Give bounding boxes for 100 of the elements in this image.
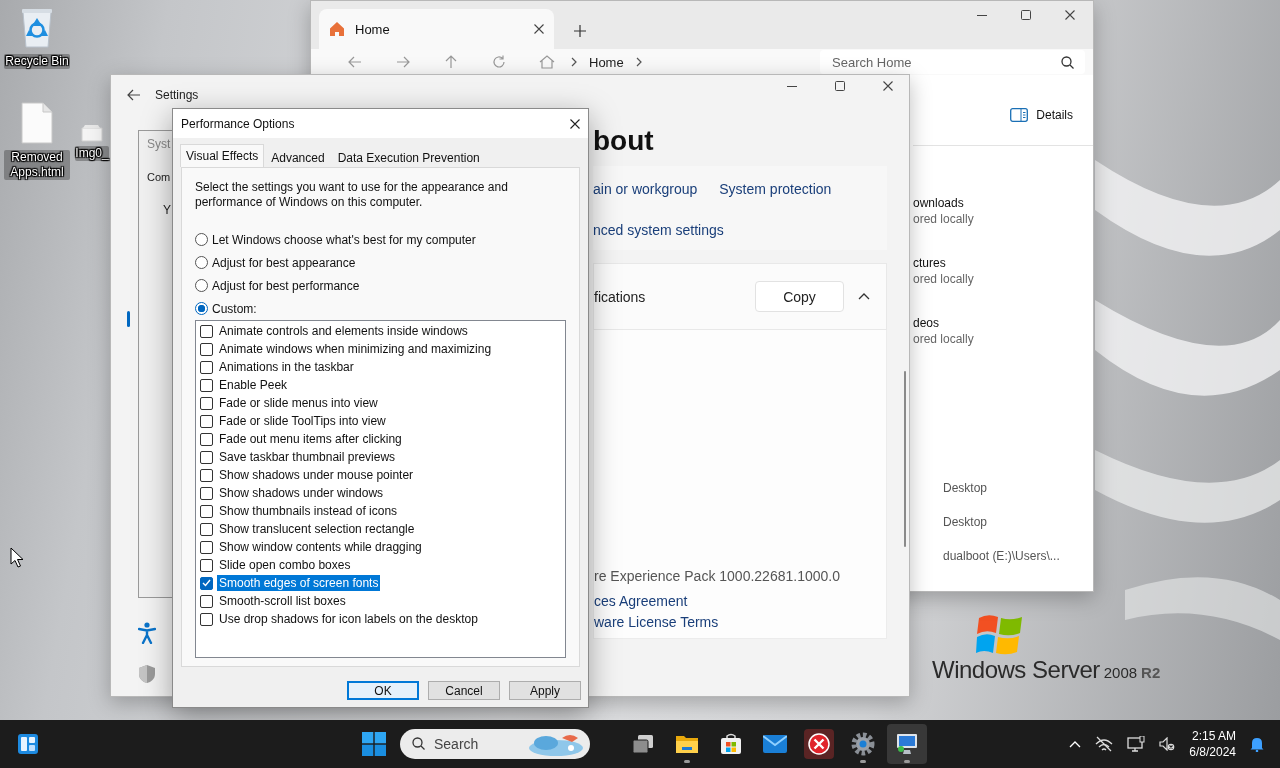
checkbox-label[interactable]: Slide open combo boxes — [217, 557, 353, 573]
shield-icon[interactable] — [138, 664, 156, 684]
breadcrumb-item[interactable]: Home — [589, 54, 624, 70]
close-icon[interactable] — [534, 24, 544, 34]
refresh-icon[interactable] — [492, 55, 506, 69]
checkbox[interactable] — [200, 576, 213, 590]
agreement-link[interactable]: ces Agreement — [594, 592, 688, 611]
checkbox-label[interactable]: Show window contents while dragging — [217, 539, 424, 555]
search-field[interactable]: Search Home — [820, 50, 1085, 74]
checkbox[interactable] — [200, 540, 213, 554]
desktop-icon-label[interactable]: Recycle Bin — [4, 54, 70, 69]
tab[interactable]: Com — [147, 171, 171, 183]
settings-link[interactable]: System protection — [719, 179, 832, 199]
tab[interactable]: Visual Effects — [180, 144, 265, 167]
checkbox[interactable] — [200, 360, 213, 374]
forward-arrow-icon[interactable] — [396, 56, 410, 68]
folder-name[interactable]: ctures — [913, 255, 946, 271]
checkbox-label[interactable]: Fade or slide ToolTips into view — [217, 413, 388, 429]
close-icon[interactable] — [1065, 10, 1075, 20]
bell-icon[interactable] — [1250, 736, 1264, 752]
settings-link[interactable]: ain or workgroup — [593, 179, 698, 199]
close-icon[interactable] — [570, 118, 580, 129]
checkbox-label[interactable]: Animate windows when minimizing and maximizing — [217, 341, 494, 357]
taskbar-button[interactable] — [887, 724, 927, 764]
radio-label[interactable]: Custom: — [212, 301, 257, 316]
radio-button[interactable] — [195, 256, 208, 269]
checkbox[interactable] — [200, 378, 213, 392]
desktop-icon-label[interactable]: Removed Apps.html — [4, 150, 70, 180]
radio-button[interactable] — [195, 233, 208, 246]
scrollbar[interactable] — [904, 371, 906, 547]
checkbox[interactable] — [200, 522, 213, 536]
dialog-button[interactable]: Cancel — [428, 681, 500, 700]
checkbox[interactable] — [200, 324, 213, 338]
checkbox-label[interactable]: Show thumbnails instead of icons — [217, 503, 400, 519]
radio-label[interactable]: Adjust for best performance — [212, 278, 360, 293]
start-icon[interactable] — [362, 732, 386, 756]
settings-link[interactable]: nced system settings — [593, 220, 724, 240]
checkbox-label[interactable]: Animations in the taskbar — [217, 359, 356, 375]
checkbox-label[interactable]: Fade or slide menus into view — [217, 395, 380, 411]
copy-button[interactable]: Copy — [755, 281, 844, 312]
back-arrow-icon[interactable] — [127, 89, 141, 101]
minimize-icon[interactable] — [977, 14, 987, 16]
shopping-bag-icon[interactable] — [720, 733, 742, 755]
checkbox-label[interactable]: Fade out menu items after clicking — [217, 431, 404, 447]
radio-label[interactable]: Adjust for best appearance — [212, 255, 356, 270]
checkbox[interactable] — [200, 486, 213, 500]
radio-label[interactable]: Let Windows choose what's best for my computer — [212, 232, 476, 247]
maximize-icon[interactable] — [835, 81, 845, 91]
tab[interactable]: Advanced — [265, 147, 331, 167]
checkbox-label[interactable]: Use drop shadows for icon labels on the desktop — [217, 611, 480, 627]
tab[interactable]: Data Execution Prevention — [331, 147, 486, 167]
checkbox[interactable] — [200, 450, 213, 464]
folder-name[interactable]: deos — [913, 315, 940, 331]
network-icon[interactable] — [1095, 736, 1114, 752]
chevron-up-icon[interactable] — [1069, 740, 1082, 748]
overlapping-windows-icon[interactable] — [632, 734, 654, 754]
details-button[interactable]: Details — [1008, 106, 1075, 124]
clock-time[interactable]: 2:15 AM — [1191, 728, 1236, 744]
checkbox[interactable] — [200, 558, 213, 572]
checkbox[interactable] — [200, 414, 213, 428]
browser-tab[interactable]: Home — [319, 9, 554, 49]
checkbox-label[interactable]: Show shadows under mouse pointer — [217, 467, 416, 483]
minimize-icon[interactable] — [787, 85, 797, 87]
checkbox[interactable] — [200, 504, 213, 518]
accessibility-icon[interactable] — [138, 622, 156, 644]
checkbox-label[interactable]: Show translucent selection rectangle — [217, 521, 417, 537]
checkbox[interactable] — [200, 342, 213, 356]
checkbox-label[interactable]: Show shadows under windows — [217, 485, 386, 501]
folder-icon[interactable] — [675, 734, 699, 754]
maximize-icon[interactable] — [1021, 10, 1031, 20]
checkbox-label[interactable]: Smooth-scroll list boxes — [217, 593, 348, 609]
plus-icon[interactable] — [574, 25, 586, 37]
clock-date[interactable]: 6/8/2024 — [1189, 744, 1236, 760]
folder-name[interactable]: ownloads — [913, 195, 964, 211]
checkbox-label[interactable]: Save taskbar thumbnail previews — [217, 449, 398, 465]
checkbox[interactable] — [200, 432, 213, 446]
collapse-chevron-icon[interactable] — [858, 293, 870, 300]
envelope-icon[interactable] — [763, 735, 787, 753]
monitor-icon[interactable] — [895, 733, 919, 755]
volume-icon[interactable] — [1159, 737, 1176, 751]
radio-button[interactable] — [195, 279, 208, 292]
agreement-link[interactable]: ware License Terms — [594, 613, 719, 632]
checkbox[interactable] — [200, 594, 213, 608]
checkbox[interactable] — [200, 396, 213, 410]
up-arrow-icon[interactable] — [445, 55, 457, 69]
display-icon[interactable] — [1127, 736, 1146, 752]
error-icon[interactable] — [804, 729, 834, 759]
widgets-icon[interactable] — [17, 733, 39, 755]
dialog-button[interactable]: OK — [347, 681, 419, 700]
checkbox-label[interactable]: Enable Peek — [217, 377, 290, 393]
checkbox[interactable] — [200, 468, 213, 482]
close-icon[interactable] — [883, 81, 893, 91]
recycle-bin-icon[interactable] — [19, 6, 55, 48]
home-icon[interactable] — [539, 55, 555, 69]
radio-button[interactable] — [195, 302, 208, 315]
checkbox[interactable] — [200, 612, 213, 626]
checkbox-label[interactable]: Animate controls and elements inside windows — [217, 323, 470, 339]
checkbox-label[interactable]: Smooth edges of screen fonts — [217, 575, 381, 591]
gear-icon[interactable] — [851, 732, 875, 756]
dialog-button[interactable]: Apply — [509, 681, 581, 700]
